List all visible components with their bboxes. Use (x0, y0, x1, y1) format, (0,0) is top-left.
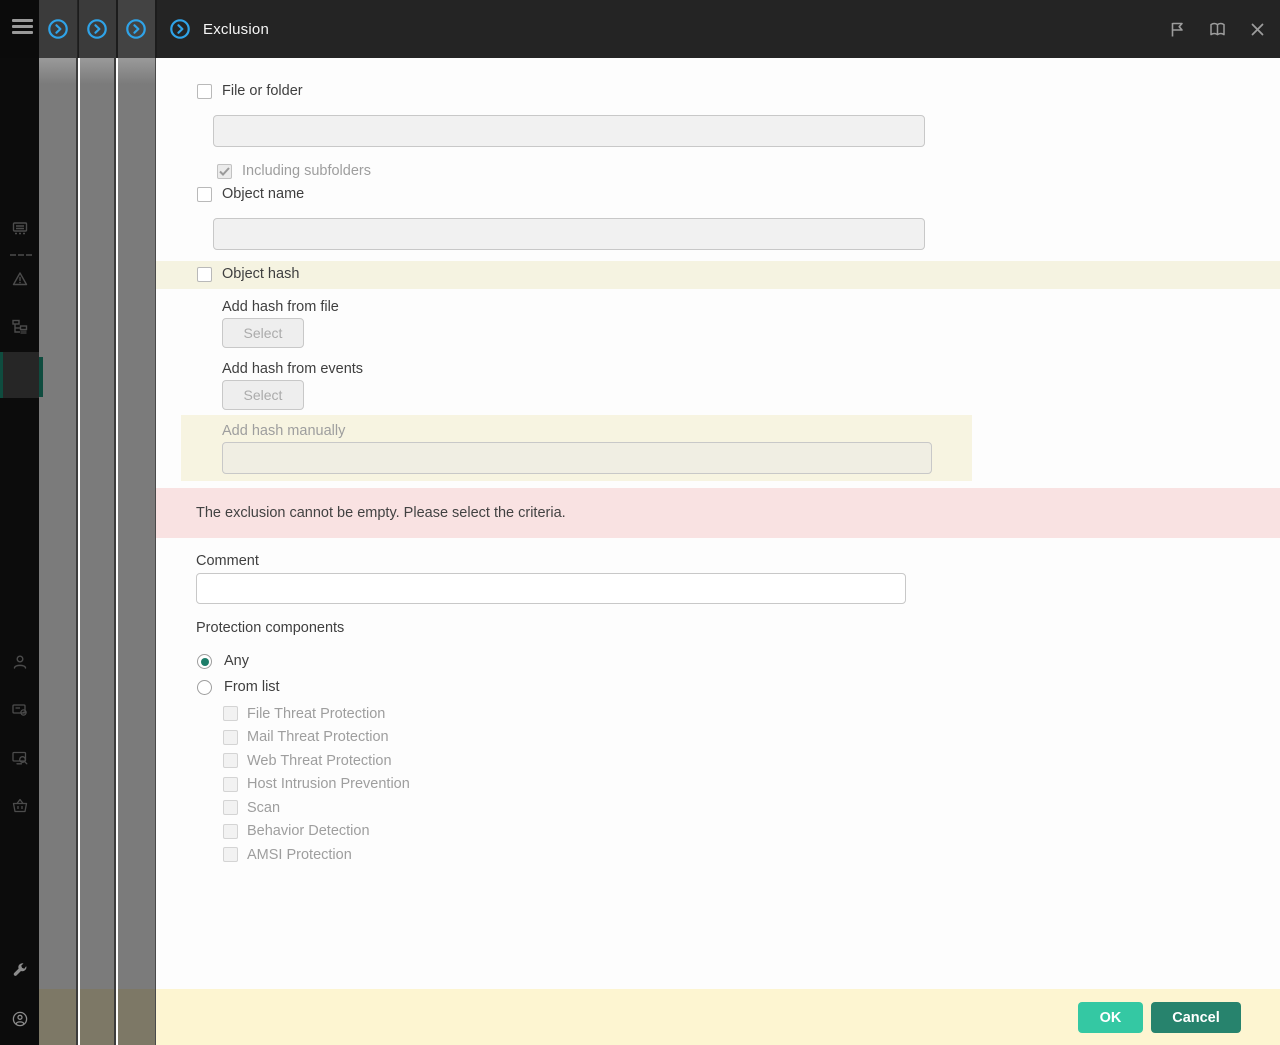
background-dialog-edge-3 (118, 58, 157, 1045)
ok-button[interactable]: OK (1078, 1002, 1143, 1033)
protection-component-checkbox[interactable] (223, 706, 238, 721)
background-footer-tint (80, 989, 114, 1045)
background-dialog-tab-3[interactable] (117, 0, 155, 58)
console-gear-icon (12, 702, 28, 718)
hamburger-menu-icon[interactable] (12, 19, 33, 35)
background-footer-tint (118, 989, 156, 1045)
background-dialog-tab-1[interactable] (39, 0, 77, 58)
protection-component-label: AMSI Protection (247, 847, 352, 863)
background-active-indicator (39, 357, 43, 397)
select-hash-from-events-button[interactable]: Select (222, 380, 304, 410)
object-hash-row (156, 261, 1280, 289)
add-hash-manually-label: Add hash manually (222, 423, 345, 439)
comment-input[interactable] (196, 573, 906, 604)
main-sidebar (0, 58, 39, 1045)
sidebar-item-users[interactable] (0, 654, 39, 670)
protection-component-row: Web Threat Protection (223, 753, 410, 768)
sidebar-item-console-settings[interactable] (0, 702, 39, 718)
object-hash-label: Object hash (222, 266, 299, 282)
sidebar-item-active[interactable] (0, 352, 39, 398)
protection-component-checkbox[interactable] (223, 824, 238, 839)
protection-component-label: Web Threat Protection (247, 753, 392, 769)
active-dialog-tab: Exclusion (156, 0, 269, 58)
background-footer-tint (39, 989, 76, 1045)
close-icon[interactable] (1249, 21, 1266, 38)
play-circle-icon (47, 18, 69, 40)
sidebar-item-marketplace[interactable] (0, 798, 39, 814)
basket-icon (12, 798, 28, 814)
dialog-footer: OK Cancel (156, 989, 1280, 1045)
protection-from-list-radio[interactable] (197, 680, 212, 695)
comment-label: Comment (196, 553, 259, 569)
protection-component-checkbox[interactable] (223, 777, 238, 792)
protection-component-label: File Threat Protection (247, 706, 385, 722)
protection-component-row: Host Intrusion Prevention (223, 777, 410, 792)
file-or-folder-label: File or folder (222, 83, 303, 99)
background-dialog-edge-1 (39, 58, 78, 1045)
flag-icon[interactable] (1169, 21, 1186, 38)
background-dialog-edge-2 (80, 58, 116, 1045)
application-window: Exclusion (0, 0, 1280, 1045)
policies-icon (12, 221, 28, 237)
protection-component-row: Scan (223, 800, 410, 815)
book-icon[interactable] (1209, 21, 1226, 38)
account-circle-icon (12, 1011, 28, 1027)
object-name-input[interactable] (213, 218, 925, 250)
object-name-label: Object name (222, 186, 304, 202)
wrench-icon (12, 962, 28, 978)
sidebar-item-tools[interactable] (0, 962, 39, 978)
protection-component-row: File Threat Protection (223, 706, 410, 721)
user-icon (12, 654, 28, 670)
protection-any-label: Any (224, 653, 249, 669)
exclusion-dialog: File or folder Including subfolders Obje… (156, 58, 1280, 1045)
protection-component-checkbox[interactable] (223, 730, 238, 745)
tree-icon (12, 319, 28, 335)
title-bar: Exclusion (0, 0, 1280, 58)
sidebar-item-hierarchy[interactable] (0, 319, 39, 335)
sidebar-item-alerts[interactable] (0, 271, 39, 287)
add-hash-from-events-label: Add hash from events (222, 361, 363, 377)
sidebar-item-discovery[interactable] (0, 750, 39, 766)
file-or-folder-input[interactable] (213, 115, 925, 147)
background-dialog-tab-2[interactable] (78, 0, 116, 58)
object-name-checkbox[interactable] (197, 187, 212, 202)
protection-components-list: File Threat Protection Mail Threat Prote… (223, 706, 410, 871)
sidebar-item-account[interactable] (0, 1011, 39, 1027)
including-subfolders-label: Including subfolders (242, 163, 371, 179)
object-hash-checkbox[interactable] (197, 267, 212, 282)
protection-components-label: Protection components (196, 620, 344, 636)
validation-error-banner: The exclusion cannot be empty. Please se… (156, 488, 1280, 538)
protection-component-checkbox[interactable] (223, 753, 238, 768)
page-title: Exclusion (203, 21, 269, 38)
protection-component-row: Behavior Detection (223, 824, 410, 839)
tab-separator (78, 0, 80, 58)
play-circle-icon (169, 18, 191, 40)
protection-component-label: Host Intrusion Prevention (247, 776, 410, 792)
titlebar-actions (1169, 0, 1266, 58)
protection-from-list-label: From list (224, 679, 280, 695)
add-hash-manually-input[interactable] (222, 442, 932, 474)
protection-component-checkbox[interactable] (223, 847, 238, 862)
including-subfolders-checkbox[interactable] (217, 164, 232, 179)
menu-corner (0, 0, 39, 58)
protection-component-row: AMSI Protection (223, 847, 410, 862)
play-circle-icon (86, 18, 108, 40)
protection-component-row: Mail Threat Protection (223, 730, 410, 745)
protection-component-label: Mail Threat Protection (247, 729, 389, 745)
protection-component-checkbox[interactable] (223, 800, 238, 815)
file-or-folder-checkbox[interactable] (197, 84, 212, 99)
add-hash-from-file-label: Add hash from file (222, 299, 339, 315)
warning-triangle-icon (12, 271, 28, 287)
sidebar-item-policies[interactable] (0, 221, 39, 237)
monitor-search-icon (12, 750, 28, 766)
select-hash-from-file-button[interactable]: Select (222, 318, 304, 348)
protection-component-label: Behavior Detection (247, 823, 370, 839)
play-circle-icon (125, 18, 147, 40)
sidebar-divider (10, 254, 32, 256)
validation-error-text: The exclusion cannot be empty. Please se… (196, 505, 566, 521)
tab-separator (116, 0, 118, 58)
protection-component-label: Scan (247, 800, 280, 816)
cancel-button[interactable]: Cancel (1151, 1002, 1241, 1033)
protection-any-radio[interactable] (197, 654, 212, 669)
